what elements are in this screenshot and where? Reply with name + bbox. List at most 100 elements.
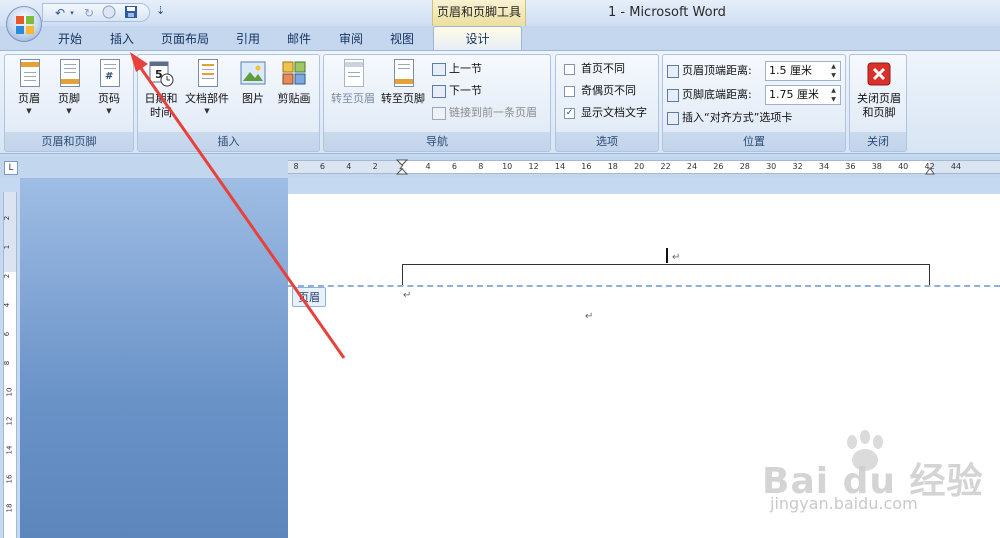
circle-icon[interactable] bbox=[101, 5, 117, 21]
header-button[interactable]: 页眉 ▼ bbox=[11, 59, 47, 116]
ruler-tick-label: 6 bbox=[451, 162, 457, 171]
office-logo-icon bbox=[16, 16, 34, 34]
tab-home[interactable]: 开始 bbox=[58, 30, 82, 47]
picture-button[interactable]: 图片 bbox=[236, 59, 270, 106]
page-number-button[interactable]: # 页码 ▼ bbox=[91, 59, 127, 116]
clip-art-button[interactable]: 剪贴画 bbox=[274, 59, 314, 106]
different-first-page-checkbox[interactable]: 首页不同 bbox=[564, 61, 625, 77]
tab-stop-selector[interactable]: L bbox=[4, 161, 18, 175]
group-position: 页眉顶端距离: 1.5 厘米 ▲ ▼ 页脚底端距离: 1.75 厘米 ▲ ▼ 插入“… bbox=[662, 54, 846, 152]
tab-view[interactable]: 视图 bbox=[390, 30, 414, 47]
header-button-label: 页眉 bbox=[18, 92, 40, 105]
date-time-label-1: 日期和 bbox=[144, 92, 178, 105]
horizontal-ruler[interactable]: 8 6 4 2 2 4 6 8 10 12 14 16 18 20 22 24 26 28 30 32 34 36 38 40… bbox=[288, 159, 1000, 175]
redo-icon[interactable]: ↻ bbox=[81, 5, 97, 21]
ribbon: 页眉 ▼ 页脚 ▼ # 页码 ▼ 页眉和页脚 5 日期和 时间 文档部件 ▼ 图… bbox=[0, 50, 1000, 154]
footer-position-icon bbox=[667, 88, 679, 102]
next-section-label: 下一节 bbox=[449, 84, 482, 97]
ruler-tick-label: 14 bbox=[554, 162, 566, 171]
tab-page-layout[interactable]: 页面布局 bbox=[161, 30, 209, 47]
insert-alignment-tab-button[interactable]: 插入“对齐方式”选项卡 bbox=[667, 110, 792, 126]
goto-footer-label: 转至页脚 bbox=[381, 92, 425, 105]
clip-art-icon bbox=[280, 59, 308, 89]
ruler-tick-label: 10 bbox=[502, 162, 513, 171]
ruler-tick-label: 24 bbox=[686, 162, 698, 171]
page-number-button-label: 页码 bbox=[98, 92, 120, 105]
group-navigation: 转至页眉 转至页脚 上一节 下一节 链接到前一条页眉 导航 bbox=[323, 54, 551, 152]
group-insert: 5 日期和 时间 文档部件 ▼ 图片 剪贴画 插入 bbox=[137, 54, 320, 152]
ruler-tick-label: 20 bbox=[634, 162, 645, 171]
goto-header-button[interactable]: 转至页眉 bbox=[328, 59, 378, 106]
header-from-top-label-row: 页眉顶端距离: bbox=[667, 63, 752, 79]
previous-section-button[interactable]: 上一节 bbox=[432, 61, 482, 77]
header-footer-tools-label: 页眉和页脚工具 bbox=[432, 0, 526, 26]
tab-review[interactable]: 审阅 bbox=[339, 30, 363, 47]
save-icon[interactable] bbox=[123, 5, 139, 21]
footer-button[interactable]: 页脚 ▼ bbox=[51, 59, 87, 116]
group-close: 关闭页眉 和页脚 关闭 bbox=[849, 54, 907, 152]
ruler-tick-label: 18 bbox=[607, 162, 618, 171]
customize-qat-icon[interactable]: ⇣ bbox=[156, 4, 165, 17]
ruler-tick-label: 32 bbox=[792, 162, 803, 171]
insert-alignment-tab-label: 插入“对齐方式”选项卡 bbox=[682, 111, 793, 124]
show-document-text-label: 显示文档文字 bbox=[581, 106, 647, 119]
quick-parts-button[interactable]: 文档部件 ▼ bbox=[182, 59, 232, 116]
undo-dropdown-icon[interactable]: ▾ bbox=[67, 5, 77, 21]
group-label: 页眉和页脚 bbox=[41, 135, 97, 148]
title-bar: ↶ ▾ ↻ ⇣ 页眉和页脚工具 1 - Microsoft Word bbox=[0, 0, 1000, 26]
different-odd-even-checkbox[interactable]: 奇偶页不同 bbox=[564, 83, 636, 99]
ruler-tick-label: 2 bbox=[3, 215, 12, 221]
header-area[interactable] bbox=[402, 264, 930, 286]
alignment-tab-icon bbox=[667, 111, 679, 125]
ruler-tick-label: 36 bbox=[845, 162, 856, 171]
goto-header-label: 转至页眉 bbox=[331, 92, 375, 105]
ruler-tick-label: 18 bbox=[5, 503, 14, 513]
ruler-tick-label: 16 bbox=[5, 474, 14, 484]
header-icon bbox=[15, 59, 43, 89]
header-from-top-spinner[interactable]: 1.5 厘米 ▲ ▼ bbox=[765, 61, 841, 81]
date-time-button[interactable]: 5 日期和 时间 bbox=[141, 59, 181, 120]
tab-design[interactable]: 设计 bbox=[433, 26, 522, 52]
quick-parts-icon bbox=[193, 59, 221, 89]
tab-mailings[interactable]: 邮件 bbox=[287, 30, 311, 47]
document-background bbox=[20, 178, 288, 538]
checkbox-icon bbox=[564, 85, 575, 97]
ruler-tick-label: 40 bbox=[898, 162, 909, 171]
text-cursor bbox=[666, 248, 668, 263]
ruler-tick-label: 22 bbox=[660, 162, 671, 171]
previous-section-icon bbox=[432, 62, 446, 76]
ruler-tick-label: 34 bbox=[818, 162, 830, 171]
office-button[interactable] bbox=[6, 6, 42, 42]
next-section-icon bbox=[432, 84, 446, 98]
paragraph-mark: ↵ bbox=[403, 290, 412, 301]
group-options: 首页不同 奇偶页不同 ✓ 显示文档文字 选项 bbox=[555, 54, 659, 152]
picture-icon bbox=[239, 59, 267, 89]
baidu-watermark: Bai du 经验 jingyan.baidu.com bbox=[740, 430, 990, 525]
close-label-1: 关闭页眉 bbox=[857, 92, 901, 105]
checkbox-icon bbox=[564, 63, 575, 75]
ruler-tick-label: 44 bbox=[950, 162, 962, 171]
header-from-top-label: 页眉顶端距离: bbox=[682, 64, 752, 77]
tab-references[interactable]: 引用 bbox=[236, 30, 260, 47]
show-document-text-checkbox[interactable]: ✓ 显示文档文字 bbox=[564, 105, 647, 121]
goto-footer-button[interactable]: 转至页脚 bbox=[378, 59, 428, 106]
ruler-margin-top bbox=[4, 192, 16, 272]
vertical-ruler[interactable]: 2 1 2 4 6 8 10 12 14 16 18 bbox=[3, 192, 17, 538]
ruler-tick-label: 6 bbox=[319, 162, 325, 171]
link-to-previous-button[interactable]: 链接到前一条页眉 bbox=[432, 105, 537, 121]
watermark-url: jingyan.baidu.com bbox=[770, 494, 918, 513]
tab-insert[interactable]: 插入 bbox=[110, 30, 134, 47]
right-indent-marker-icon[interactable] bbox=[925, 165, 935, 175]
footer-from-bottom-label: 页脚底端距离: bbox=[682, 88, 752, 101]
ruler-margin-left bbox=[288, 161, 402, 173]
footer-from-bottom-spinner[interactable]: 1.75 厘米 ▲ ▼ bbox=[765, 85, 841, 105]
header-boundary-line bbox=[288, 285, 1000, 287]
chevron-down-icon: ▼ bbox=[66, 107, 72, 115]
ruler-tick-label: 12 bbox=[5, 416, 14, 426]
next-section-button[interactable]: 下一节 bbox=[432, 83, 482, 99]
spinner-arrows-icon[interactable]: ▲ ▼ bbox=[827, 86, 840, 104]
close-header-footer-button[interactable]: 关闭页眉 和页脚 bbox=[852, 59, 906, 120]
spinner-arrows-icon[interactable]: ▲ ▼ bbox=[827, 62, 840, 80]
header-tag: 页眉 bbox=[292, 287, 326, 307]
indent-marker-icon[interactable] bbox=[396, 159, 408, 175]
